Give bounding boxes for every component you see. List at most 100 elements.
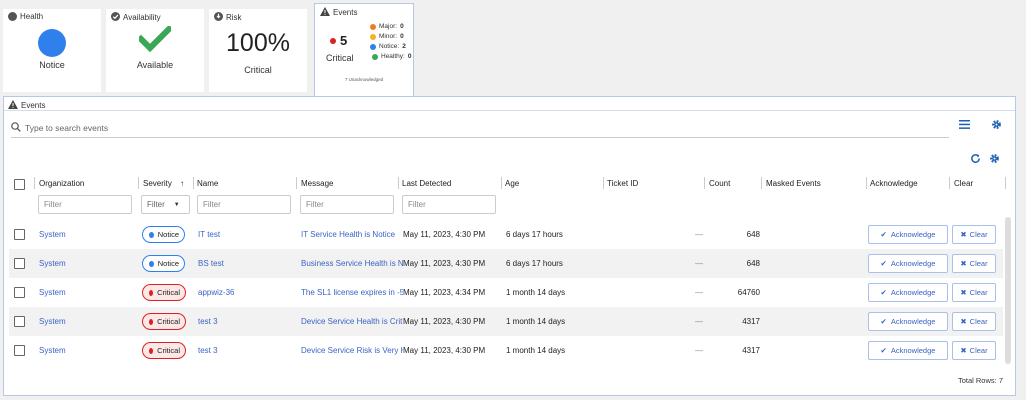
row-name[interactable]: test 3 — [198, 346, 218, 355]
row-count: 648 — [746, 230, 760, 239]
table-scrollbar[interactable] — [1005, 217, 1011, 364]
severity-filter-select[interactable]: Filter ▼ — [141, 195, 190, 214]
row-message[interactable]: The SL1 license expires in -5 — [301, 288, 403, 297]
risk-icon — [214, 12, 223, 23]
col-name[interactable]: Name — [197, 179, 218, 188]
clear-button[interactable]: ✖ Clear — [952, 254, 996, 273]
panel-title-label: Events — [21, 101, 46, 110]
col-last-detected[interactable]: Last Detected — [402, 179, 451, 188]
search-input[interactable] — [25, 122, 625, 133]
menu-icon[interactable] — [959, 119, 970, 131]
select-all-checkbox[interactable] — [14, 179, 25, 190]
events-minor-label: Minor: — [379, 33, 398, 40]
events-healthy: Healthy: 0 — [372, 53, 411, 60]
table-row[interactable]: System Critical test 3 Device Service Ri… — [9, 336, 1003, 365]
health-card[interactable]: Health Notice — [3, 9, 101, 92]
column-separator — [398, 177, 399, 189]
risk-card-label: Risk — [226, 13, 242, 22]
acknowledge-button[interactable]: ✔ Acknowledge — [868, 254, 948, 273]
row-last-detected: May 11, 2023, 4:30 PM — [403, 259, 486, 268]
row-message[interactable]: Device Service Risk is Very H — [301, 346, 403, 355]
risk-card[interactable]: Risk 100% Critical — [209, 9, 307, 92]
warning-icon — [320, 7, 330, 18]
row-ticket-id: — — [695, 230, 703, 239]
refresh-icon[interactable] — [970, 153, 981, 166]
column-separator — [34, 177, 35, 189]
table-row[interactable]: System Critical test 3 Device Service He… — [9, 307, 1003, 336]
col-message[interactable]: Message — [301, 179, 333, 188]
health-icon — [8, 12, 17, 21]
acknowledge-button[interactable]: ✔ Acknowledge — [868, 312, 948, 331]
row-organization[interactable]: System — [39, 259, 66, 268]
close-icon: ✖ — [960, 317, 967, 326]
column-separator — [603, 177, 604, 189]
acknowledge-button[interactable]: ✔ Acknowledge — [868, 225, 948, 244]
col-severity[interactable]: Severity ↑ — [143, 179, 184, 188]
row-message[interactable]: IT Service Health is Notice — [301, 230, 403, 239]
severity-filter-label: Filter — [147, 200, 165, 209]
events-notice: Notice: 2 — [370, 43, 411, 50]
col-count[interactable]: Count — [709, 179, 730, 188]
critical-dot-icon — [330, 37, 336, 44]
acknowledge-label: Acknowledge — [890, 230, 936, 239]
clear-button[interactable]: ✖ Clear — [952, 225, 996, 244]
events-major-count: 0 — [400, 23, 404, 30]
col-ticket-id[interactable]: Ticket ID — [607, 179, 638, 188]
clear-label: Clear — [969, 346, 988, 355]
acknowledge-button[interactable]: ✔ Acknowledge — [868, 283, 948, 302]
row-checkbox[interactable] — [14, 229, 25, 240]
column-separator — [866, 177, 867, 189]
table-row[interactable]: System Notice BS test Business Service H… — [9, 249, 1003, 278]
row-name[interactable]: test 3 — [198, 317, 218, 326]
availability-card-header: Availability — [111, 12, 161, 23]
row-message[interactable]: Device Service Health is Crit — [301, 317, 403, 326]
checkmark-icon: ✔ — [880, 230, 887, 239]
severity-label: Critical — [157, 317, 180, 326]
events-major-label: Major: — [379, 23, 398, 30]
row-organization[interactable]: System — [39, 346, 66, 355]
row-age: 1 month 14 days — [506, 346, 566, 355]
availability-card[interactable]: Availability Available — [106, 9, 204, 92]
table-row[interactable]: System Notice IT test IT Service Health … — [9, 220, 1003, 249]
severity-badge: Critical — [142, 313, 186, 330]
col-acknowledge[interactable]: Acknowledge — [870, 179, 918, 188]
available-check-icon — [136, 24, 174, 54]
col-age[interactable]: Age — [505, 179, 519, 188]
message-filter-input[interactable] — [300, 195, 394, 214]
col-organization[interactable]: Organization — [39, 179, 84, 188]
last-detected-filter-input[interactable] — [402, 195, 496, 214]
row-organization[interactable]: System — [39, 230, 66, 239]
row-message[interactable]: Business Service Health is N — [301, 259, 403, 268]
name-filter-input[interactable] — [197, 195, 291, 214]
col-clear[interactable]: Clear — [954, 179, 973, 188]
col-masked-events[interactable]: Masked Events — [766, 179, 821, 188]
row-organization[interactable]: System — [39, 317, 66, 326]
column-separator — [193, 177, 194, 189]
notice-dot-icon — [149, 260, 154, 267]
table-row[interactable]: System Critical appwiz-36 The SL1 licens… — [9, 278, 1003, 307]
clear-button[interactable]: ✖ Clear — [952, 283, 996, 302]
clear-button[interactable]: ✖ Clear — [952, 312, 996, 331]
severity-badge: Notice — [142, 255, 185, 272]
row-checkbox[interactable] — [14, 345, 25, 356]
row-name[interactable]: BS test — [198, 259, 224, 268]
table-settings-gear-icon[interactable] — [989, 153, 1000, 166]
gear-icon[interactable] — [991, 119, 1002, 132]
sort-ascending-icon[interactable]: ↑ — [180, 179, 184, 188]
row-name[interactable]: IT test — [198, 230, 220, 239]
availability-check-small-icon — [111, 12, 120, 23]
checkmark-icon: ✔ — [880, 288, 887, 297]
row-checkbox[interactable] — [14, 316, 25, 327]
row-organization[interactable]: System — [39, 288, 66, 297]
row-checkbox[interactable] — [14, 258, 25, 269]
risk-value: 100% — [226, 29, 290, 57]
clear-button[interactable]: ✖ Clear — [952, 341, 996, 360]
acknowledge-button[interactable]: ✔ Acknowledge — [868, 341, 948, 360]
row-checkbox[interactable] — [14, 287, 25, 298]
events-card[interactable]: Events 5 Critical Major: 0 Minor: 0 Noti… — [314, 3, 414, 96]
column-separator — [949, 177, 950, 189]
checkmark-icon: ✔ — [880, 317, 887, 326]
severity-label: Notice — [157, 259, 179, 268]
row-name[interactable]: appwiz-36 — [198, 288, 234, 297]
organization-filter-input[interactable] — [38, 195, 132, 214]
